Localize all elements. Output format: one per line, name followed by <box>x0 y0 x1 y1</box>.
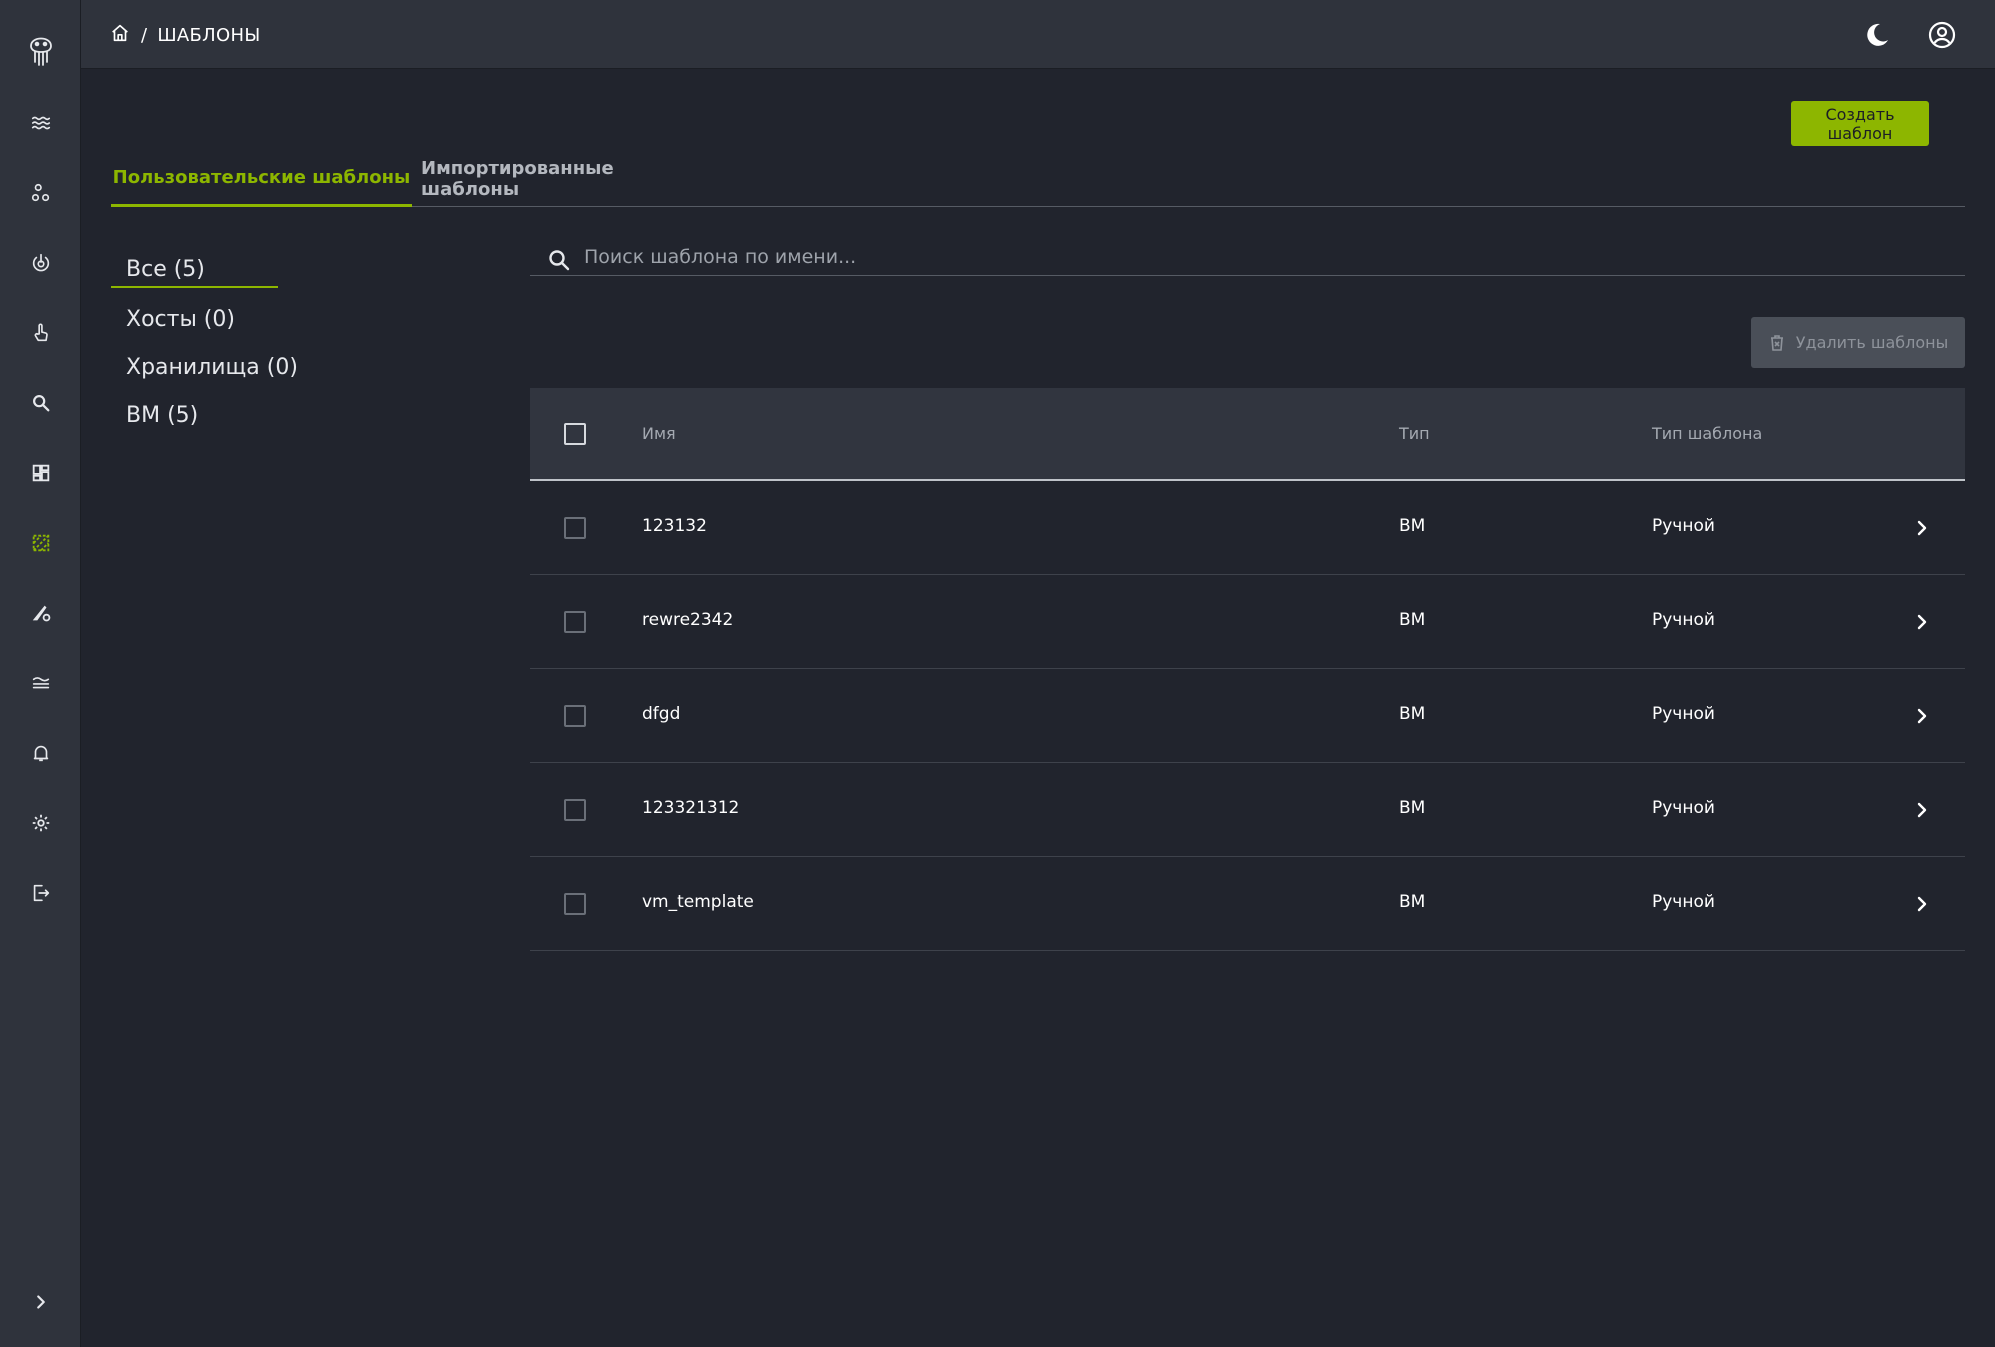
breadcrumb: / ШАБЛОНЫ <box>109 22 261 48</box>
search-input[interactable] <box>584 242 1884 272</box>
trash-icon <box>1770 334 1783 351</box>
table-row[interactable]: vm_template ВМ Ручной <box>530 857 1965 951</box>
search-field-icon <box>549 250 570 271</box>
row-checkbox[interactable] <box>564 893 586 915</box>
row-checkbox[interactable] <box>564 705 586 727</box>
templates-icon[interactable] <box>0 523 81 563</box>
chevron-right-icon[interactable] <box>1910 892 1934 916</box>
filter-vms[interactable]: ВМ (5) <box>126 403 198 428</box>
row-name: dfgd <box>642 704 681 724</box>
row-template-type: Ручной <box>1652 892 1715 912</box>
delete-templates-label: Удалить шаблоны <box>1795 333 1949 352</box>
sidebar <box>0 0 81 1347</box>
filter-all[interactable]: Все (5) <box>126 257 205 282</box>
breadcrumb-current: ШАБЛОНЫ <box>157 24 261 46</box>
row-name: vm_template <box>642 892 754 912</box>
column-header-type: Тип <box>1399 424 1430 443</box>
chevron-right-icon[interactable] <box>1910 610 1934 634</box>
hand-pointer-icon[interactable] <box>0 313 81 353</box>
column-header-template-type: Тип шаблона <box>1652 424 1763 443</box>
tab-user-templates[interactable]: Пользовательские шаблоны <box>111 150 412 207</box>
row-template-type: Ручной <box>1652 704 1715 724</box>
waves-icon[interactable] <box>0 103 81 143</box>
row-type: ВМ <box>1399 516 1426 536</box>
column-header-name: Имя <box>642 424 676 443</box>
row-name: 123132 <box>642 516 707 536</box>
row-name: 123321312 <box>642 798 740 818</box>
topbar: / ШАБЛОНЫ <box>81 0 1995 69</box>
chevron-right-icon[interactable] <box>1910 798 1934 822</box>
row-type: ВМ <box>1399 892 1426 912</box>
row-type: ВМ <box>1399 704 1426 724</box>
moon-icon[interactable] <box>1862 20 1892 50</box>
tools-settings-icon[interactable] <box>0 593 81 633</box>
chevron-right-icon[interactable] <box>1910 704 1934 728</box>
templates-table: Имя Тип Тип шаблона 123132 ВМ Ручной rew… <box>530 388 1965 951</box>
select-all-checkbox[interactable] <box>564 423 586 445</box>
breadcrumb-separator: / <box>141 24 148 46</box>
row-checkbox[interactable] <box>564 517 586 539</box>
search-icon[interactable] <box>0 383 81 423</box>
table-row[interactable]: rewre2342 ВМ Ручной <box>530 575 1965 669</box>
row-type: ВМ <box>1399 798 1426 818</box>
filter-active-underline <box>111 286 278 288</box>
filter-hosts[interactable]: Хосты (0) <box>126 307 235 332</box>
template-tabs: Пользовательские шаблоны Импортированные… <box>111 150 1965 207</box>
user-account-icon[interactable] <box>1927 20 1957 50</box>
home-icon[interactable] <box>109 22 131 49</box>
table-row[interactable]: 123321312 ВМ Ручной <box>530 763 1965 857</box>
row-template-type: Ручной <box>1652 516 1715 536</box>
row-template-type: Ручной <box>1652 610 1715 630</box>
create-template-button[interactable]: Создать шаблон <box>1791 101 1929 146</box>
logo-icon[interactable] <box>23 28 59 68</box>
delete-templates-button[interactable]: Удалить шаблоны <box>1751 317 1965 368</box>
row-template-type: Ручной <box>1652 798 1715 818</box>
layers-icon[interactable] <box>0 663 81 703</box>
filter-storages[interactable]: Хранилища (0) <box>126 355 298 380</box>
nodes-icon[interactable] <box>0 173 81 213</box>
search-bar <box>530 238 1965 276</box>
table-header: Имя Тип Тип шаблона <box>530 388 1965 481</box>
power-icon[interactable] <box>0 243 81 283</box>
row-checkbox[interactable] <box>564 611 586 633</box>
row-type: ВМ <box>1399 610 1426 630</box>
table-row[interactable]: 123132 ВМ Ручной <box>530 481 1965 575</box>
table-row[interactable]: dfgd ВМ Ручной <box>530 669 1965 763</box>
row-name: rewre2342 <box>642 610 734 630</box>
gear-icon[interactable] <box>0 803 81 843</box>
logout-icon[interactable] <box>0 873 81 913</box>
dashboard-icon[interactable] <box>0 453 81 493</box>
expand-chevron-icon[interactable] <box>0 1282 81 1322</box>
bell-icon[interactable] <box>0 733 81 773</box>
tab-imported-templates[interactable]: Импортированные шаблоны <box>421 150 701 207</box>
row-checkbox[interactable] <box>564 799 586 821</box>
chevron-right-icon[interactable] <box>1910 516 1934 540</box>
